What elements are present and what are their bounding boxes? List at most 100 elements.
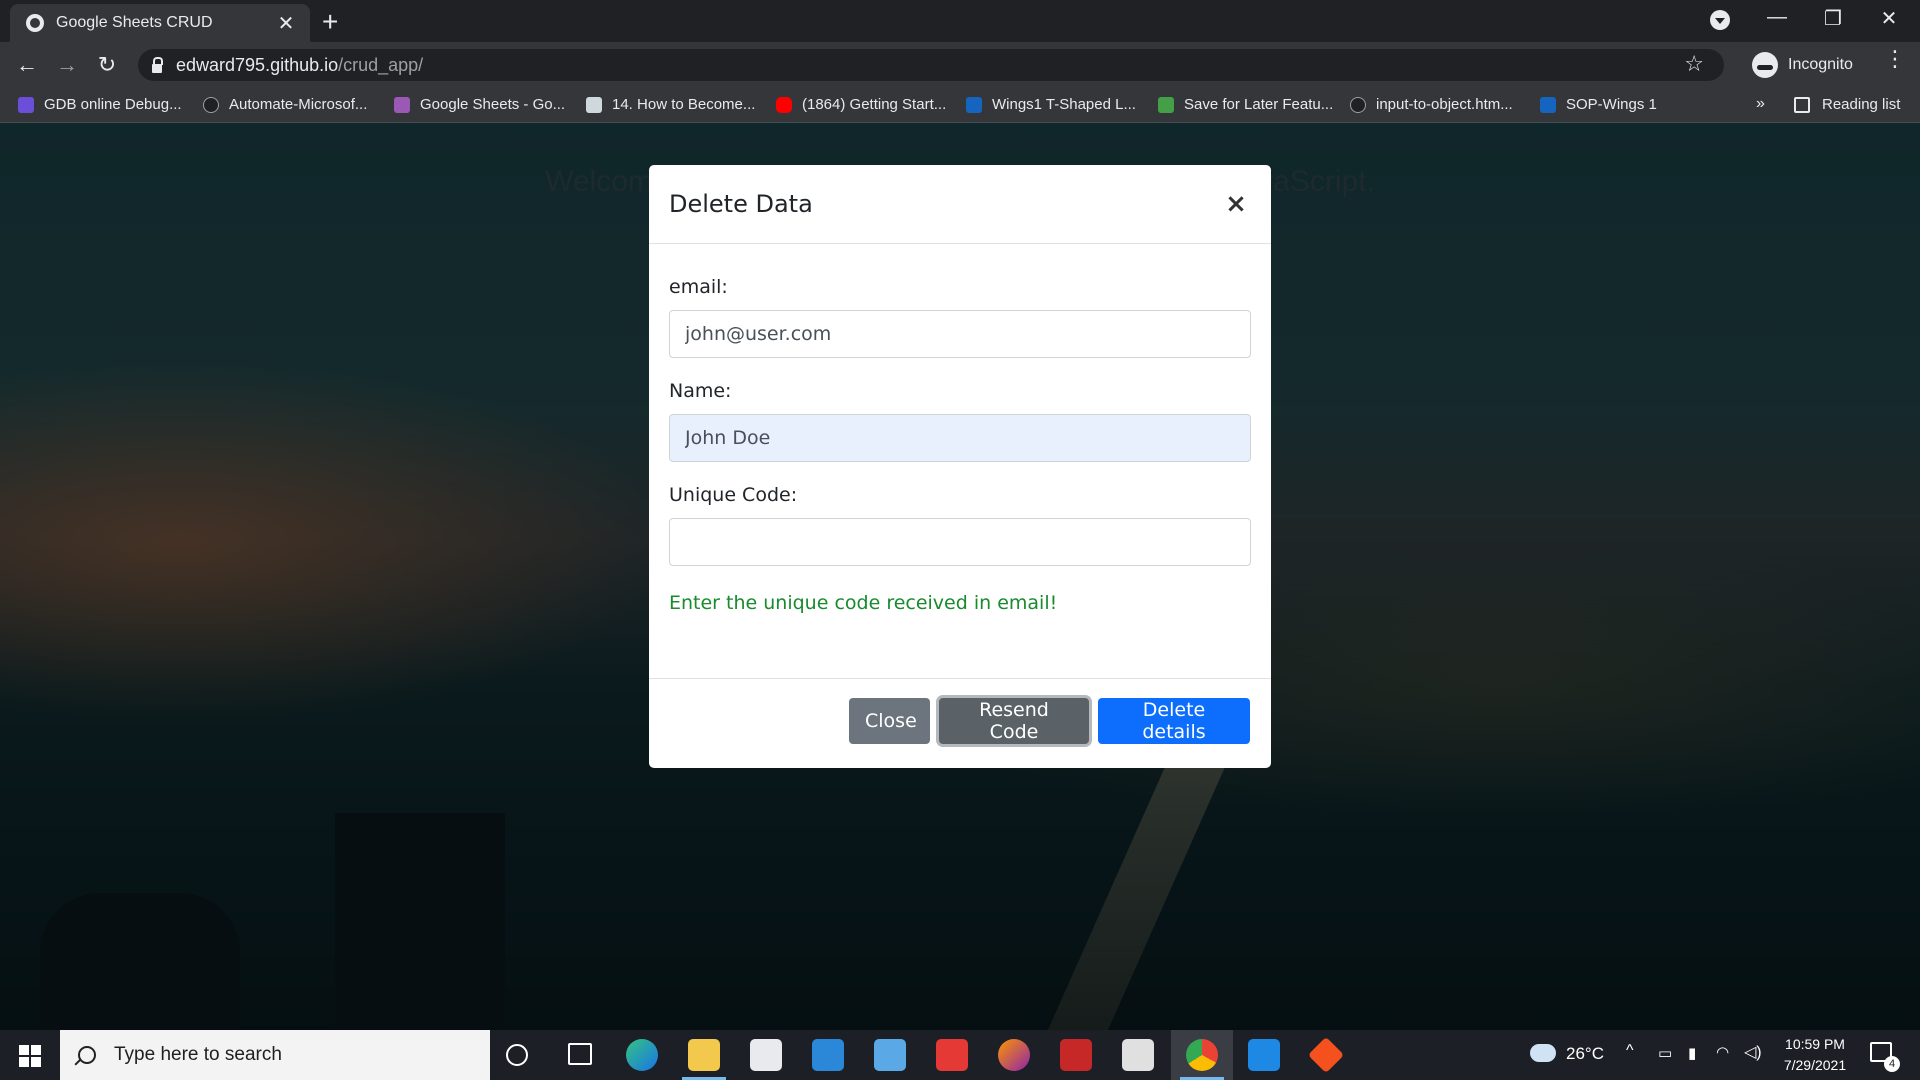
delete-data-modal: Delete Data × email: Name: Unique Code: … <box>649 165 1271 768</box>
youtube-icon <box>776 96 792 113</box>
address-bar[interactable]: edward795.github.io /crud_app/ ☆ <box>138 49 1724 81</box>
volume-icon[interactable]: ◁) <box>1744 1042 1762 1062</box>
notification-count-badge: 4 <box>1884 1056 1900 1072</box>
resend-code-button[interactable]: Resend Code <box>939 698 1089 744</box>
task-view-icon[interactable] <box>568 1043 592 1065</box>
bookmark-star-icon[interactable]: ☆ <box>1684 51 1704 77</box>
windows-start-icon[interactable] <box>19 1045 41 1067</box>
back-button[interactable]: ← <box>12 50 42 80</box>
unique-code-field[interactable] <box>669 518 1251 566</box>
url-path: /crud_app/ <box>338 54 424 75</box>
reading-list-icon <box>1794 96 1810 113</box>
git-icon[interactable] <box>1307 1036 1345 1074</box>
github-icon <box>1350 96 1366 113</box>
delete-details-button[interactable]: Delete details <box>1098 698 1250 744</box>
bookmark-label: (1864) Getting Start... <box>802 96 947 113</box>
bookmarks-overflow-button[interactable]: » <box>1756 95 1765 113</box>
bookmark-label: Wings1 T-Shaped L... <box>992 96 1136 113</box>
bookmark-label: SOP-Wings 1 <box>1566 96 1657 113</box>
bookmark-favicon-icon <box>18 96 34 113</box>
incognito-profile-button[interactable]: Incognito <box>1752 50 1853 80</box>
clock-date: 7/29/2021 <box>1783 1057 1847 1073</box>
bookmarks-bar: GDB online Debug... Automate-Microsof...… <box>0 88 1920 123</box>
browser-tab-bar: Google Sheets CRUD ✕ + — ❐ ✕ <box>0 0 1920 42</box>
meet-now-icon[interactable]: ▭ <box>1658 1044 1672 1062</box>
unique-code-label: Unique Code: <box>669 484 798 506</box>
bookmark-item[interactable]: Automate-Microsof... <box>203 96 367 113</box>
close-window-button[interactable]: ✕ <box>1864 6 1914 31</box>
email-label: email: <box>669 276 728 298</box>
bookmark-item[interactable]: Google Sheets - Go... <box>394 96 565 113</box>
app-red-icon[interactable] <box>936 1039 968 1071</box>
modal-body: email: Name: Unique Code: Enter the uniq… <box>649 244 1271 614</box>
firefox-icon[interactable] <box>998 1039 1030 1071</box>
url-host: edward795.github.io <box>176 54 339 75</box>
bookmark-label: 14. How to Become... <box>612 96 756 113</box>
forward-button[interactable]: → <box>52 50 82 80</box>
profile-label: Incognito <box>1788 56 1853 73</box>
bookmark-favicon-icon <box>1540 96 1556 113</box>
bookmark-item[interactable]: Wings1 T-Shaped L... <box>966 96 1136 113</box>
reading-list-label: Reading list <box>1822 96 1901 113</box>
bookmark-item[interactable]: GDB online Debug... <box>18 96 182 113</box>
mail-icon[interactable] <box>812 1039 844 1071</box>
notepad-icon[interactable] <box>1122 1039 1154 1071</box>
modal-title: Delete Data <box>669 190 813 218</box>
clock-time: 10:59 PM <box>1785 1036 1845 1052</box>
windows-taskbar: Type here to search 26°C ^ ▭ ▮ ◠ ◁) 10:5… <box>0 1030 1920 1080</box>
chrome-icon[interactable] <box>1186 1039 1218 1071</box>
modal-close-icon[interactable]: × <box>1221 189 1251 219</box>
tab-search-icon[interactable] <box>1710 10 1730 30</box>
store-icon[interactable] <box>750 1039 782 1071</box>
modal-footer: Close Resend Code Delete details <box>649 678 1271 768</box>
reload-button[interactable]: ↻ <box>92 50 122 80</box>
search-placeholder: Type here to search <box>114 1044 282 1065</box>
tab-title: Google Sheets CRUD <box>56 14 213 31</box>
minimize-button[interactable]: — <box>1752 6 1802 29</box>
bookmark-item[interactable]: (1864) Getting Start... <box>776 96 946 113</box>
wifi-icon[interactable]: ◠ <box>1716 1043 1729 1061</box>
name-field[interactable] <box>669 414 1251 462</box>
tray-overflow-icon[interactable]: ^ <box>1626 1042 1634 1060</box>
lock-icon <box>152 56 163 73</box>
incognito-icon <box>1752 52 1778 78</box>
battery-icon[interactable]: ▮ <box>1688 1044 1696 1062</box>
bookmark-favicon-icon <box>586 96 602 113</box>
tab-close-icon[interactable]: ✕ <box>274 11 298 36</box>
modal-header: Delete Data × <box>649 165 1271 244</box>
bookmark-item[interactable]: input-to-object.htm... <box>1350 96 1513 113</box>
bookmark-favicon-icon <box>394 96 410 113</box>
bookmark-label: input-to-object.htm... <box>1376 96 1513 113</box>
browser-toolbar: ← → ↻ edward795.github.io /crud_app/ ☆ I… <box>0 42 1920 88</box>
file-explorer-icon[interactable] <box>688 1039 720 1071</box>
taskbar-clock[interactable]: 10:59 PM 7/29/2021 <box>1770 1034 1860 1076</box>
control-panel-icon[interactable] <box>874 1039 906 1071</box>
name-label: Name: <box>669 380 732 402</box>
weather-temperature[interactable]: 26°C <box>1566 1044 1604 1064</box>
vscode-icon[interactable] <box>1248 1039 1280 1071</box>
github-icon <box>203 96 219 113</box>
restore-button[interactable]: ❐ <box>1808 6 1858 31</box>
bookmark-label: Save for Later Featu... <box>1184 96 1334 113</box>
menu-kebab-icon[interactable]: ⋮ <box>1884 48 1906 70</box>
filezilla-icon[interactable] <box>1060 1039 1092 1071</box>
taskbar-search-box[interactable]: Type here to search <box>60 1030 490 1080</box>
edge-icon[interactable] <box>626 1039 658 1071</box>
bookmark-item[interactable]: Save for Later Featu... <box>1158 96 1333 113</box>
reading-list-button[interactable]: Reading list <box>1794 96 1900 113</box>
search-icon <box>78 1046 96 1064</box>
bookmark-label: Google Sheets - Go... <box>420 96 566 113</box>
unique-code-hint: Enter the unique code received in email! <box>669 592 1058 614</box>
email-field[interactable] <box>669 310 1251 358</box>
new-tab-button[interactable]: + <box>322 6 338 38</box>
bookmark-item[interactable]: SOP-Wings 1 <box>1540 96 1657 113</box>
close-button[interactable]: Close <box>849 698 930 744</box>
cortana-icon[interactable] <box>506 1044 528 1066</box>
browser-tab[interactable]: Google Sheets CRUD ✕ <box>10 4 310 42</box>
bookmark-item[interactable]: 14. How to Become... <box>586 96 755 113</box>
globe-icon <box>26 14 44 32</box>
weather-cloud-icon[interactable] <box>1530 1044 1556 1062</box>
bookmark-favicon-icon <box>1158 96 1174 113</box>
bookmark-label: GDB online Debug... <box>44 96 182 113</box>
bookmark-label: Automate-Microsof... <box>229 96 368 113</box>
